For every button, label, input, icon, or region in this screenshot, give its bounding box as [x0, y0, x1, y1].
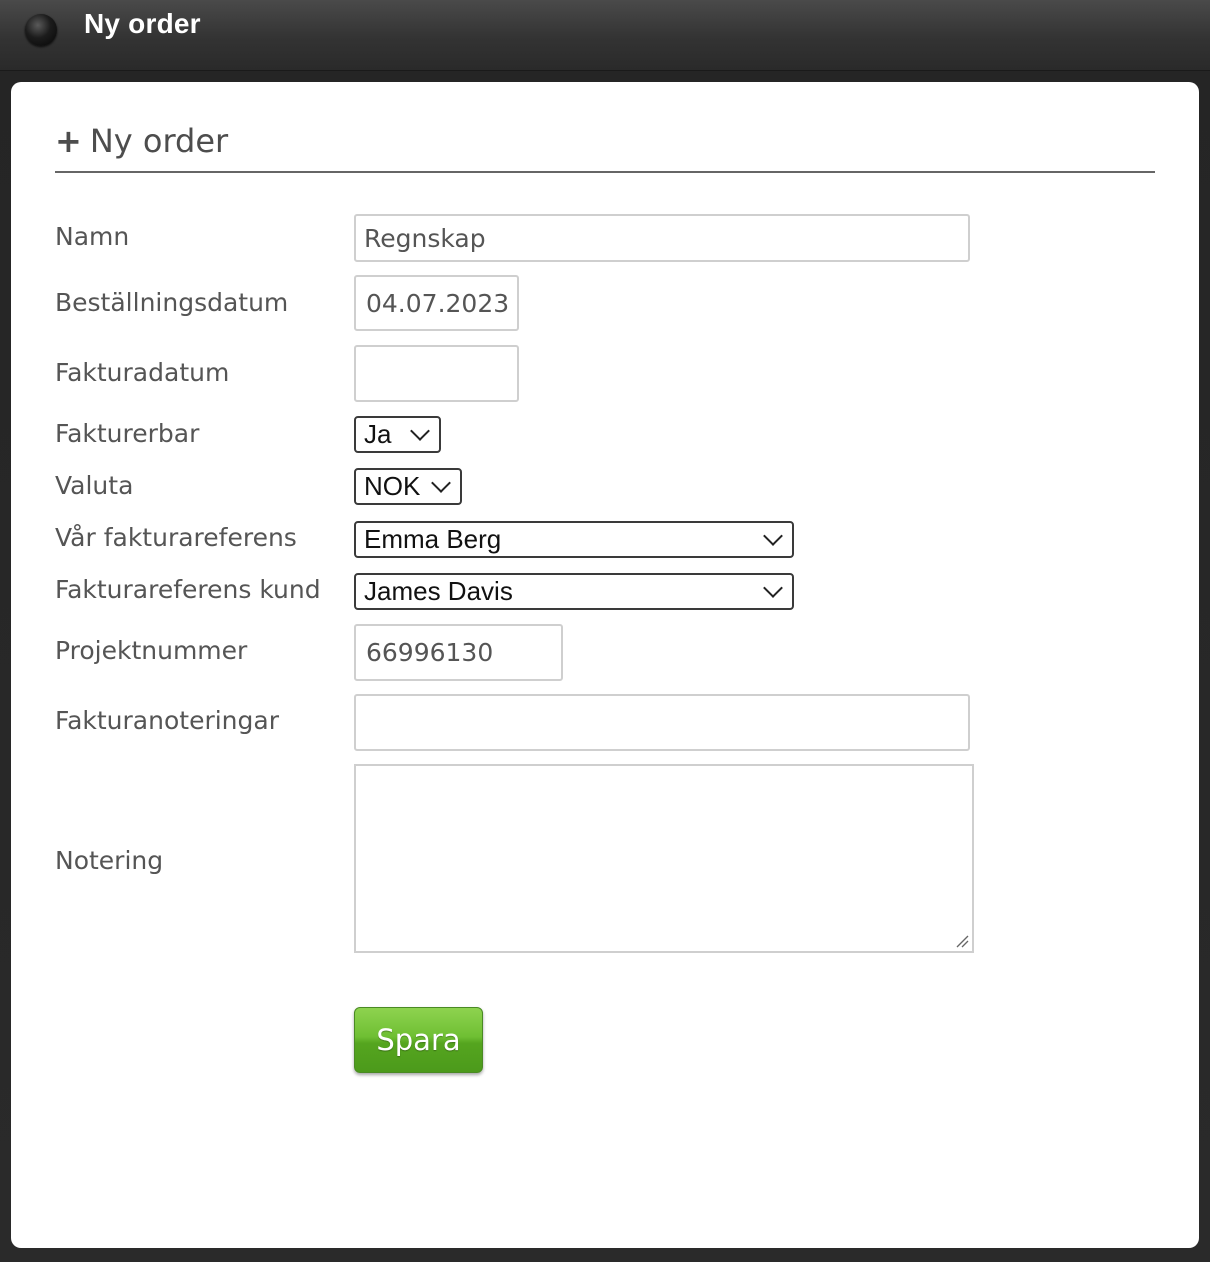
fakturadatum-label: Fakturadatum — [55, 358, 230, 387]
notering-textarea[interactable] — [354, 764, 974, 953]
notering-label: Notering — [55, 846, 164, 875]
fakturareferens-kund-select[interactable]: James Davis — [354, 573, 794, 610]
var-fakturareferens-label: Vår fakturareferens — [55, 523, 297, 552]
var-fakturareferens-select[interactable]: Emma Berg — [354, 521, 794, 558]
bestallningsdatum-input[interactable]: 04.07.2023 — [354, 275, 519, 331]
bestallningsdatum-label: Beställningsdatum — [55, 288, 289, 317]
fakturareferens-kund-label: Fakturareferens kund — [55, 575, 321, 604]
chevron-down-icon — [763, 525, 783, 546]
fakturadatum-input[interactable] — [354, 345, 519, 402]
fakturerbar-label: Fakturerbar — [55, 419, 200, 448]
fakturareferens-kund-value: James Davis — [364, 576, 513, 606]
chevron-down-icon — [410, 420, 430, 441]
valuta-label: Valuta — [55, 471, 134, 500]
window: Ny order + Ny order Namn Regnskap Beställ… — [0, 0, 1210, 1262]
fakturanoteringar-input[interactable] — [354, 694, 970, 751]
fakturerbar-select[interactable]: Ja — [354, 416, 441, 453]
fakturanoteringar-label: Fakturanoteringar — [55, 706, 279, 735]
title-bar: Ny order — [0, 0, 1210, 71]
projektnummer-input[interactable]: 66996130 — [354, 624, 563, 681]
fakturerbar-value: Ja — [364, 419, 392, 449]
namn-input[interactable]: Regnskap — [354, 214, 970, 262]
chevron-down-icon — [431, 472, 451, 493]
projektnummer-label: Projektnummer — [55, 636, 248, 665]
window-dot-icon[interactable] — [25, 14, 57, 46]
plus-icon: + — [55, 122, 82, 160]
namn-label: Namn — [55, 222, 130, 251]
resize-handle-icon[interactable] — [955, 934, 969, 948]
form-panel: + Ny order Namn Regnskap Beställningsdatu… — [11, 82, 1199, 1248]
form-heading-text: Ny order — [89, 122, 229, 160]
chevron-down-icon — [763, 577, 783, 598]
valuta-select[interactable]: NOK — [354, 468, 462, 505]
window-title: Ny order — [84, 8, 201, 39]
valuta-value: NOK — [364, 471, 421, 501]
var-fakturareferens-value: Emma Berg — [364, 524, 502, 554]
form-heading: + Ny order — [55, 122, 1155, 173]
save-button[interactable]: Spara — [354, 1007, 483, 1073]
